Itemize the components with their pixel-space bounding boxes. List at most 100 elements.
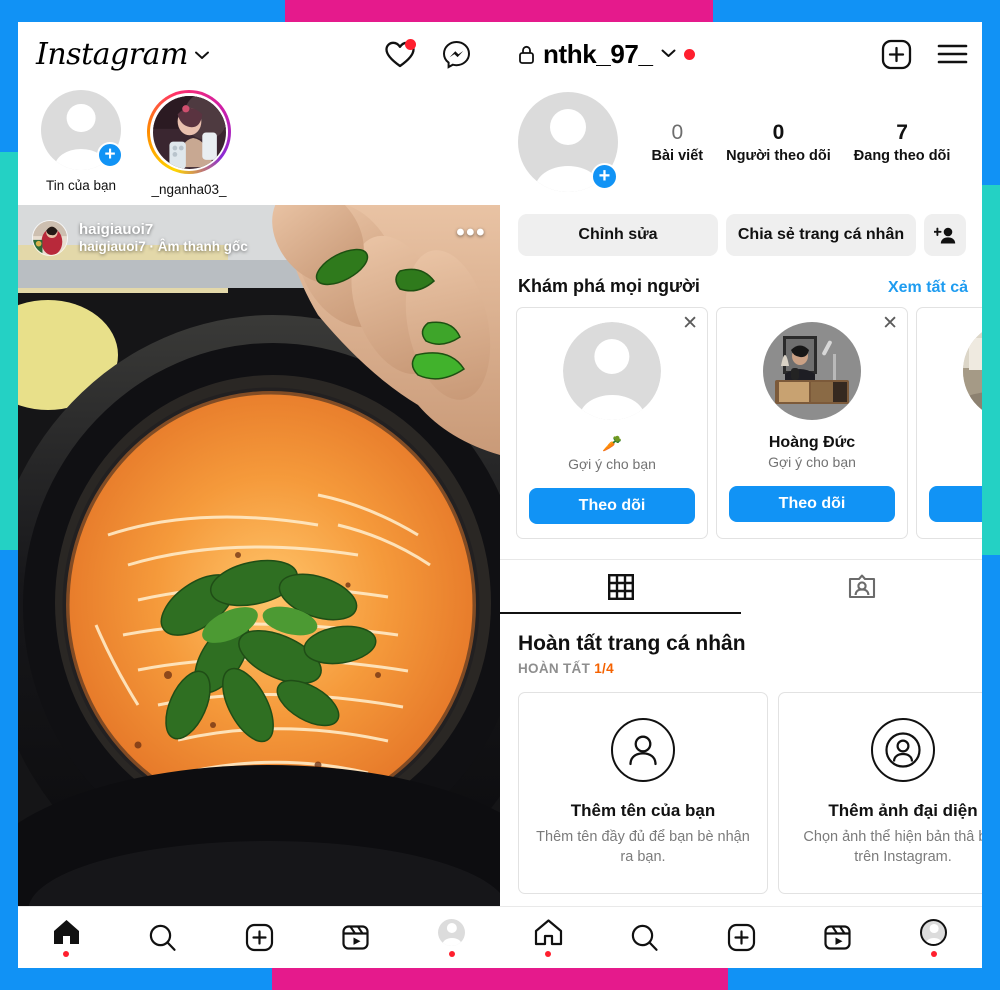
post-author-names: haigiauoi7 haigiauoi7 · Âm thanh gốc [79, 221, 248, 256]
nav-home-button[interactable] [18, 907, 114, 968]
nav-home-button[interactable] [500, 907, 596, 968]
complete-profile-progress: HOÀN TẤT 1/4 [518, 661, 966, 676]
stat-followers[interactable]: 0 Người theo dõi [726, 120, 831, 164]
share-profile-button[interactable]: Chia sẻ trang cá nhân [726, 214, 916, 256]
profile-stats: 0 Bài viết 0 Người theo dõi 7 Đang theo … [618, 120, 962, 164]
complete-card-desc: Chọn ảnh thể hiện bản thâ bạn trên Insta… [803, 829, 982, 865]
stat-value: 7 [896, 120, 908, 144]
add-story-badge-icon[interactable]: + [97, 142, 123, 168]
complete-profile-title: Hoàn tất trang cá nhân [518, 632, 746, 655]
stat-label: Người theo dõi [726, 148, 831, 165]
nav-profile-button[interactable] [886, 907, 982, 968]
suggestion-name: 🥕 [602, 436, 622, 453]
tagged-photos-icon [848, 574, 875, 599]
story-item-own[interactable]: + Tin của bạn [36, 90, 126, 197]
profile-header: nthk_97_ [500, 22, 982, 86]
chevron-down-icon[interactable] [661, 45, 676, 63]
story-item-nganha03[interactable]: _nganha03_ [144, 90, 234, 197]
suggestion-card[interactable]: ✕ 🥕 Gợi ý cho bạn Theo dõi [516, 307, 708, 539]
search-icon [631, 924, 658, 951]
stat-following[interactable]: 7 Đang theo dõi [854, 120, 951, 164]
screenshot-root: Instagram + Tin của bạn _nganha03_ haigi… [0, 0, 1000, 990]
stat-value: 0 [772, 120, 785, 144]
nav-badge-dot [63, 951, 70, 957]
close-icon[interactable]: ✕ [882, 314, 898, 333]
nav-reels-button[interactable] [789, 907, 885, 968]
profile-username-button[interactable]: nthk_97_ [518, 39, 695, 70]
heart-icon[interactable] [384, 38, 416, 70]
home-icon [534, 919, 562, 946]
nav-badge-dot [448, 950, 455, 957]
reels-icon [342, 925, 369, 950]
nav-profile-button[interactable] [404, 907, 500, 968]
menu-icon[interactable] [936, 38, 968, 70]
frame-pink-top-band [285, 0, 713, 22]
discover-section-header: Khám phá mọi người Xem tất cả [500, 256, 982, 307]
complete-card-add-name[interactable]: Thêm tên của bạn Thêm tên đầy đủ để bạn … [518, 692, 768, 895]
stories-row[interactable]: + Tin của bạn _nganha03_ [18, 86, 500, 205]
story-label: _nganha03_ [151, 182, 227, 197]
feed-post[interactable]: haigiauoi7 haigiauoi7 · Âm thanh gốc ••• [18, 205, 500, 915]
add-post-icon[interactable] [880, 38, 912, 70]
add-avatar-badge-icon[interactable]: + [591, 163, 618, 190]
add-person-button[interactable] [924, 214, 966, 256]
follow-button[interactable]: Theo [929, 486, 982, 522]
edit-profile-button[interactable]: Chỉnh sửa [518, 214, 718, 256]
discover-title: Khám phá mọi người [518, 276, 700, 296]
avatar-circle-icon [871, 718, 935, 782]
complete-card-title: Thêm ảnh đại diện [828, 801, 978, 820]
complete-card-add-photo[interactable]: Thêm ảnh đại diện Chọn ảnh thể hiện bản … [778, 692, 982, 895]
search-icon [149, 924, 176, 951]
profile-avatar[interactable]: + [518, 92, 618, 192]
nav-search-button[interactable] [596, 907, 692, 968]
story-gradient-ring[interactable] [147, 90, 231, 174]
follow-button[interactable]: Theo dõi [529, 488, 695, 524]
progress-prefix: HOÀN TẤT [518, 661, 591, 676]
suggestion-card[interactable]: ✕ Hoàng Gợi ý [916, 307, 982, 539]
chevron-down-icon[interactable] [194, 47, 209, 72]
nav-reels-button[interactable] [307, 907, 403, 968]
reels-icon [824, 925, 851, 950]
add-post-icon [245, 923, 273, 952]
nav-badge-dot [930, 950, 937, 957]
suggestions-carousel[interactable]: ✕ 🥕 Gợi ý cho bạn Theo dõi ✕ Hoàng Đức G… [500, 307, 982, 539]
complete-profile-cards[interactable]: Thêm tên của bạn Thêm tên đầy đủ để bạn … [518, 692, 982, 895]
feed-screen: Instagram + Tin của bạn _nganha03_ haigi… [18, 22, 500, 968]
feed-header: Instagram [18, 22, 500, 86]
post-audio-label[interactable]: haigiauoi7 · Âm thanh gốc [79, 239, 248, 255]
post-username[interactable]: haigiauoi7 [79, 221, 248, 239]
see-all-link[interactable]: Xem tất cả [888, 279, 968, 297]
profile-tabs [500, 559, 982, 614]
stat-posts[interactable]: 0 Bài viết [652, 120, 704, 164]
complete-card-desc: Thêm tên đầy đủ để bạn bè nhận ra bạn. [536, 829, 750, 865]
post-author-avatar[interactable] [32, 220, 68, 256]
post-more-options-icon[interactable]: ••• [456, 219, 486, 257]
suggestion-avatar[interactable] [763, 322, 861, 420]
tab-tagged[interactable] [741, 560, 982, 614]
close-icon[interactable]: ✕ [682, 314, 698, 333]
complete-profile-section: Hoàn tất trang cá nhân HOÀN TẤT 1/4 Thêm… [500, 614, 982, 895]
suggestion-avatar[interactable] [963, 322, 982, 420]
follow-button[interactable]: Theo dõi [729, 486, 895, 522]
nav-create-button[interactable] [211, 907, 307, 968]
profile-username: nthk_97_ [543, 38, 653, 69]
suggestion-card[interactable]: ✕ Hoàng Đức Gợi ý cho bạn Theo dõi [716, 307, 908, 539]
instagram-logo-button[interactable]: Instagram [26, 37, 209, 72]
own-story-avatar[interactable]: + [41, 90, 123, 170]
nav-search-button[interactable] [114, 907, 210, 968]
profile-summary: + 0 Bài viết 0 Người theo dõi 7 Đang the… [500, 86, 982, 192]
person-outline-icon [611, 718, 675, 782]
suggestion-name: Hoàng Đức [768, 434, 856, 451]
suggestion-avatar[interactable] [563, 322, 661, 420]
nav-create-button[interactable] [693, 907, 789, 968]
suggestion-subtitle: Gợi ý cho bạn [768, 454, 856, 470]
stat-value: 0 [671, 120, 684, 144]
home-icon-filled [53, 920, 79, 944]
add-post-icon [727, 923, 755, 952]
story-avatar-photo [152, 95, 226, 169]
complete-card-title: Thêm tên của bạn [570, 801, 716, 820]
progress-value: 1/4 [594, 661, 614, 676]
feed-bottom-nav [18, 906, 500, 968]
messenger-icon[interactable] [440, 38, 472, 70]
tab-grid[interactable] [500, 560, 741, 614]
